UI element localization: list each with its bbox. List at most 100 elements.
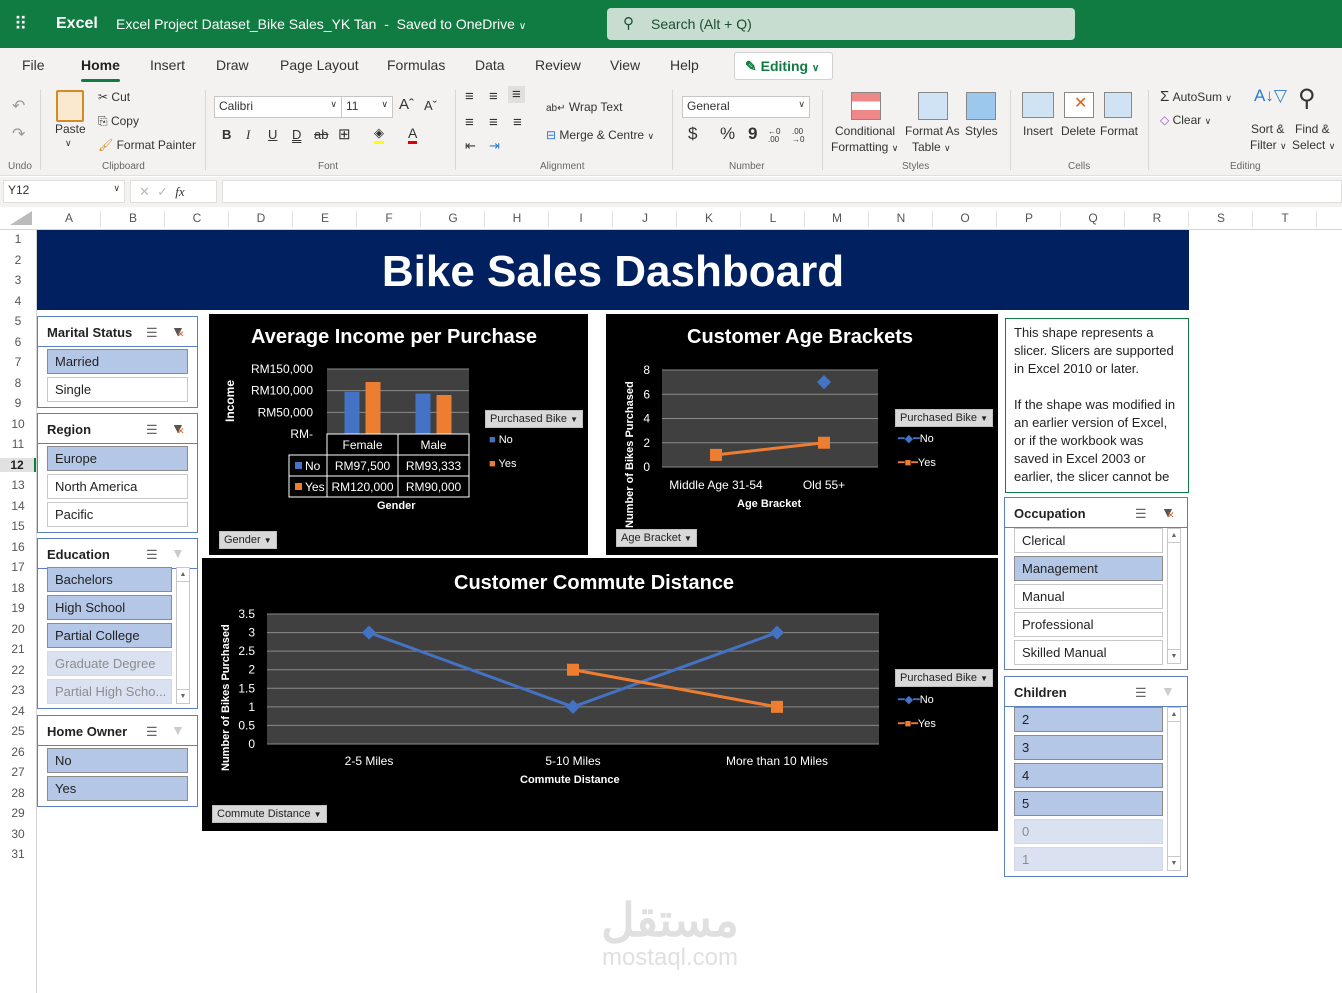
font-color-icon[interactable]: A: [408, 125, 418, 144]
slicer-item[interactable]: Manual: [1014, 584, 1163, 609]
app-name[interactable]: Excel: [56, 15, 98, 33]
clear-filter-icon[interactable]: ▼: [171, 323, 185, 340]
select-all-icon[interactable]: [10, 211, 32, 225]
delete-cells-icon[interactable]: ✕: [1064, 92, 1094, 118]
purchased-bike-filter-button[interactable]: Purchased Bike ▼: [895, 409, 994, 427]
tab-formulas[interactable]: Formulas: [387, 57, 445, 73]
clear-filter-icon[interactable]: ▼: [1161, 683, 1175, 699]
column-header[interactable]: T: [1253, 211, 1317, 225]
merge-centre-button[interactable]: ⊟ Merge & Centre ∨: [546, 128, 654, 142]
strikethrough-button[interactable]: ab: [314, 127, 328, 142]
fx-icon[interactable]: fx: [175, 184, 184, 199]
row-header[interactable]: 17: [0, 560, 36, 574]
fill-color-icon[interactable]: ◈: [374, 125, 384, 144]
row-header[interactable]: 30: [0, 827, 36, 841]
slicer-item[interactable]: 5: [1014, 791, 1163, 816]
conditional-formatting-label[interactable]: Conditional: [835, 124, 895, 138]
copy-button[interactable]: ⎘ Copy: [98, 114, 139, 129]
multi-select-icon[interactable]: ☰: [1135, 685, 1147, 701]
column-header[interactable]: H: [485, 211, 549, 225]
currency-button[interactable]: $: [688, 124, 697, 144]
row-header[interactable]: 15: [0, 519, 36, 533]
formula-input[interactable]: [222, 180, 1342, 203]
column-header[interactable]: R: [1125, 211, 1189, 225]
slicer-item[interactable]: Professional: [1014, 612, 1163, 637]
paste-icon[interactable]: [56, 90, 84, 122]
column-header[interactable]: J: [613, 211, 677, 225]
slicer-item[interactable]: 1: [1014, 847, 1163, 871]
document-title[interactable]: Excel Project Dataset_Bike Sales_YK Tan …: [116, 16, 526, 32]
column-header[interactable]: G: [421, 211, 485, 225]
row-header[interactable]: 26: [0, 745, 36, 759]
row-header[interactable]: 28: [0, 786, 36, 800]
tab-file[interactable]: File: [22, 57, 45, 73]
undo-icon[interactable]: ↶: [12, 96, 25, 116]
insert-cells-icon[interactable]: [1022, 92, 1054, 118]
tab-home[interactable]: Home: [81, 57, 120, 82]
column-divider[interactable]: [1316, 211, 1317, 227]
percent-button[interactable]: %: [720, 124, 735, 144]
multi-select-icon[interactable]: ☰: [1135, 506, 1147, 522]
column-header[interactable]: O: [933, 211, 997, 225]
column-header[interactable]: F: [357, 211, 421, 225]
scroll-down-icon[interactable]: ▼: [1168, 649, 1180, 663]
clear-filter-icon[interactable]: ▼: [1161, 504, 1175, 521]
autosum-button[interactable]: Σ AutoSum ∨: [1160, 88, 1232, 105]
editing-mode-button[interactable]: ✎ Editing ∨: [734, 52, 833, 80]
chart-commute-distance[interactable]: Customer Commute Distance 0 0.5 1 1.5 2 2.5 3 3…: [202, 558, 998, 831]
slicer-item[interactable]: Graduate Degree: [47, 651, 172, 676]
conditional-formatting-icon[interactable]: [851, 92, 881, 120]
decrease-decimal-button[interactable]: .00 →0: [792, 128, 808, 144]
scrollbar[interactable]: ▲ ▼: [1167, 707, 1181, 871]
clear-filter-icon[interactable]: ▼: [171, 722, 185, 738]
confirm-icon[interactable]: ✓: [157, 184, 168, 199]
slicer-item[interactable]: 4: [1014, 763, 1163, 788]
format-cells-icon[interactable]: [1104, 92, 1132, 118]
scroll-up-icon[interactable]: ▲: [177, 568, 189, 582]
row-header[interactable]: 27: [0, 765, 36, 779]
row-header[interactable]: 12: [0, 457, 36, 472]
slicer-item[interactable]: Single: [47, 377, 188, 402]
chart-age-brackets[interactable]: Customer Age Brackets 0 2 4 6 8 Middle Age 31…: [606, 314, 998, 555]
align-bottom-icon[interactable]: ≡: [508, 86, 525, 103]
row-header[interactable]: 7: [0, 355, 36, 369]
align-left-icon[interactable]: ≡: [465, 114, 474, 131]
font-size-select[interactable]: 11 ∨: [341, 96, 393, 118]
column-header[interactable]: M: [805, 211, 869, 225]
tab-insert[interactable]: Insert: [150, 57, 185, 73]
slicer-item[interactable]: No: [47, 748, 188, 773]
slicer-item[interactable]: 0: [1014, 819, 1163, 844]
slicer-item[interactable]: Management: [1014, 556, 1163, 581]
scroll-up-icon[interactable]: ▲: [1168, 529, 1180, 543]
align-top-icon[interactable]: ≡: [465, 88, 474, 105]
sort-filter-label[interactable]: Sort &: [1251, 122, 1284, 136]
row-header[interactable]: 14: [0, 499, 36, 513]
slicer-item[interactable]: Europe: [47, 446, 188, 471]
slicer-item[interactable]: Partial High Scho...: [47, 679, 172, 704]
search-box[interactable]: ⚲ Search (Alt + Q): [607, 8, 1075, 40]
column-header[interactable]: E: [293, 211, 357, 225]
clear-button[interactable]: ◇ Clear ∨: [1160, 113, 1211, 127]
slicer-item[interactable]: Skilled Manual: [1014, 640, 1163, 665]
slicer-item[interactable]: Partial College: [47, 623, 172, 648]
column-header[interactable]: K: [677, 211, 741, 225]
slicer-item[interactable]: North America: [47, 474, 188, 499]
row-header[interactable]: 21: [0, 642, 36, 656]
wrap-text-button[interactable]: ab↵ Wrap Text: [546, 100, 622, 114]
italic-button[interactable]: I: [246, 127, 250, 143]
conditional-formatting-label2[interactable]: Formatting ∨: [831, 140, 898, 154]
tab-help[interactable]: Help: [670, 57, 699, 73]
slicer-item[interactable]: Bachelors: [47, 567, 172, 592]
cell-styles-icon[interactable]: [966, 92, 996, 120]
redo-icon[interactable]: ↷: [12, 124, 25, 144]
purchased-bike-filter-button[interactable]: Purchased Bike ▼: [485, 410, 584, 428]
scrollbar[interactable]: ▲ ▼: [1167, 528, 1181, 664]
row-header[interactable]: 24: [0, 704, 36, 718]
find-select-label[interactable]: Find &: [1295, 122, 1330, 136]
purchased-bike-filter-button[interactable]: Purchased Bike ▼: [895, 669, 994, 687]
column-header[interactable]: C: [165, 211, 229, 225]
increase-decimal-button[interactable]: ←0 .00: [768, 128, 784, 144]
chart-average-income[interactable]: Average Income per Purchase RM- RM50,000 R…: [209, 314, 588, 555]
cancel-icon[interactable]: ✕: [139, 184, 150, 199]
sort-filter-icon[interactable]: A↓▽: [1254, 86, 1287, 106]
